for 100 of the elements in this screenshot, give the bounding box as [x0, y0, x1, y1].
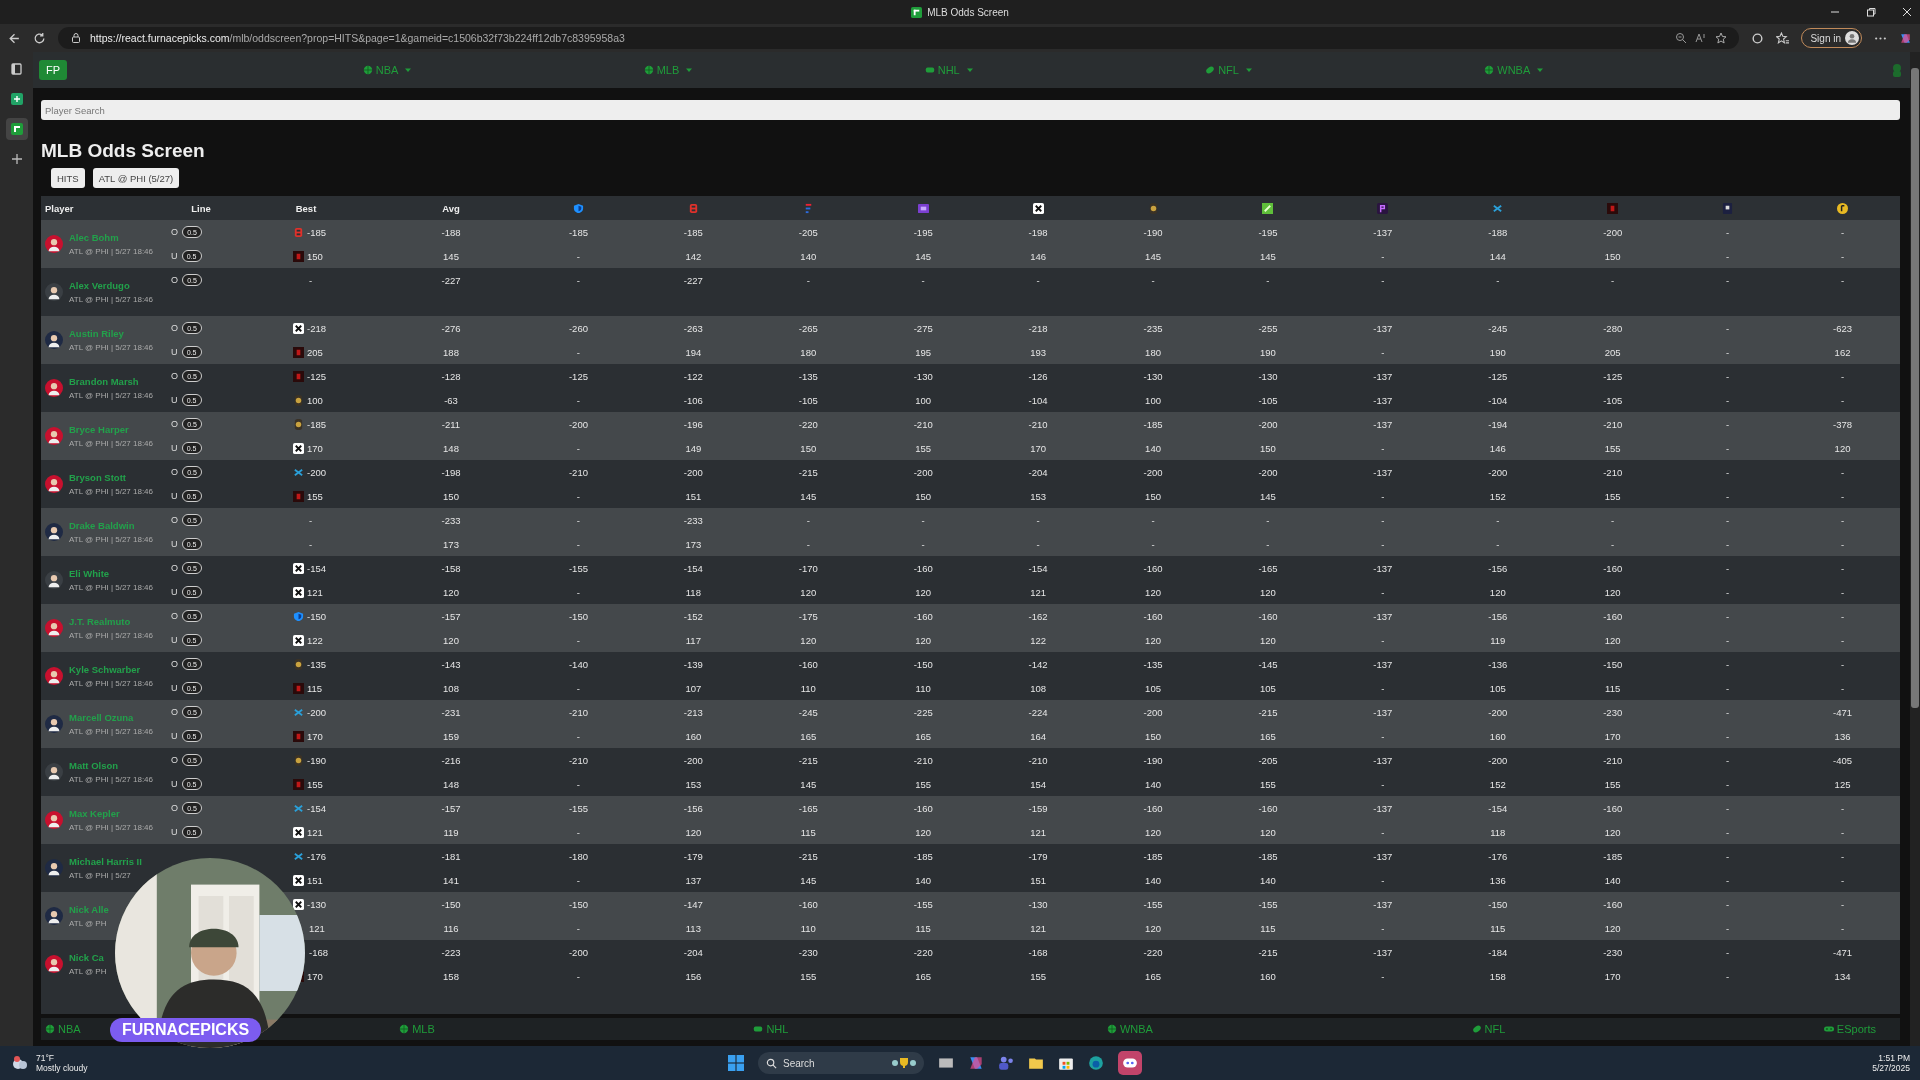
league-link[interactable]: MLB — [399, 1023, 435, 1035]
app-icon — [911, 6, 923, 18]
chat-app-icon[interactable] — [1118, 1051, 1142, 1075]
table-cell: 150 — [1604, 250, 1621, 262]
table-cell: -104 — [1028, 394, 1048, 406]
caret-icon — [685, 66, 694, 74]
league-link[interactable]: NFL — [1471, 1023, 1506, 1035]
favorites-icon[interactable] — [1776, 31, 1790, 45]
table-cell: 120 — [1834, 442, 1851, 454]
square-icon[interactable] — [917, 202, 929, 214]
table-cell: - — [1840, 274, 1845, 286]
player-name[interactable]: Alex Verdugo — [69, 280, 154, 291]
player-name[interactable]: Kyle Schwarber — [69, 664, 154, 675]
column-header[interactable]: Avg — [381, 202, 521, 214]
league-link[interactable]: WNBA — [1106, 1023, 1153, 1035]
box-icon — [293, 250, 304, 262]
table-cell: - — [1151, 514, 1155, 526]
close-icon[interactable] — [1902, 7, 1912, 17]
box-icon[interactable] — [1607, 202, 1619, 214]
emblem-icon[interactable] — [1147, 202, 1159, 214]
table-cell: - — [1151, 538, 1155, 550]
best-odds: -150 — [307, 610, 326, 622]
best-odds: 170 — [307, 730, 323, 742]
filter-button[interactable]: HITS — [51, 168, 85, 188]
refresh-icon[interactable] — [33, 31, 46, 45]
table-cell: -200 — [1488, 466, 1508, 478]
scrollbar[interactable] — [1910, 52, 1920, 1046]
start-icon[interactable] — [728, 1055, 744, 1071]
table-cell: -223 — [441, 946, 461, 958]
player-name[interactable]: Michael Harris II — [69, 856, 142, 867]
table-cell: 121 — [1030, 586, 1047, 598]
league-link[interactable]: NHL — [753, 1023, 789, 1035]
league-link[interactable]: ESports — [1823, 1023, 1876, 1035]
filter-button[interactable]: ATL @ PHI (5/27) — [92, 168, 180, 188]
player-name[interactable]: Matt Olson — [69, 760, 154, 771]
folder-icon[interactable] — [1028, 1055, 1044, 1071]
shield-icon[interactable] — [572, 202, 584, 214]
address-bar[interactable]: https://react.furnacepicks.com/mlb/oddscreen?prop=HITS&page=1&gameid=c1506b32f73b224ff12db7c8395958a3 — [58, 27, 1740, 49]
table-cell: - — [1840, 802, 1845, 814]
app-icon[interactable] — [5, 118, 28, 140]
coin-icon[interactable] — [1837, 202, 1849, 214]
player-name[interactable]: Nick Ca — [69, 952, 107, 963]
table-cell: -215 — [1258, 946, 1278, 958]
logo-button[interactable]: FP — [39, 60, 67, 80]
taskbar-search[interactable]: Search — [758, 1052, 924, 1074]
crossed-square-icon[interactable] — [1032, 202, 1044, 214]
store-icon[interactable] — [1058, 1055, 1074, 1071]
browser-icon[interactable] — [1088, 1055, 1104, 1071]
table-cell: -126 — [1028, 370, 1048, 382]
zoom-icon[interactable] — [1675, 32, 1688, 44]
restore-icon[interactable] — [1866, 7, 1876, 17]
table-cell: - — [1840, 634, 1845, 646]
player-name[interactable]: Bryson Stott — [69, 472, 154, 483]
league-menu[interactable]: MLB — [643, 64, 694, 76]
table-cell: -150 — [568, 610, 588, 622]
column-header[interactable]: Player — [41, 202, 171, 214]
table-cell: - — [1726, 610, 1730, 622]
table-cell: -158 — [441, 562, 461, 574]
player-name[interactable]: Brandon Marsh — [69, 376, 154, 387]
table-cell: 110 — [800, 922, 816, 934]
side-label: O — [171, 419, 178, 429]
player-name[interactable]: Eli White — [69, 568, 154, 579]
table-cell: -176 — [1488, 850, 1508, 862]
table-cell: 152 — [1489, 490, 1506, 502]
league-link[interactable]: NBA — [45, 1023, 81, 1035]
table-cell: 145 — [1260, 250, 1276, 262]
table-cell: -104 — [1488, 394, 1508, 406]
leaf-icon[interactable] — [1262, 202, 1274, 214]
table-cell: - — [1840, 226, 1845, 238]
table-cell: -185 — [1143, 850, 1163, 862]
table-cell: 118 — [1490, 826, 1506, 838]
extensions-icon[interactable] — [1751, 31, 1765, 45]
league-menu[interactable]: NBA — [362, 64, 413, 76]
tab-icon[interactable] — [1722, 202, 1734, 214]
table-cell: -623 — [1833, 322, 1853, 334]
column-header[interactable]: Best — [231, 202, 381, 214]
table-cell: - — [806, 514, 810, 526]
assistant-icon[interactable] — [968, 1055, 984, 1071]
best-odds: 121 — [307, 586, 323, 598]
league-menu[interactable]: NHL — [924, 64, 974, 76]
table-cell: - — [1611, 514, 1615, 526]
window-title: MLB Odds Screen — [927, 6, 1009, 18]
people-icon[interactable] — [998, 1055, 1014, 1071]
cloud-icon[interactable] — [10, 1055, 30, 1071]
league-menu[interactable]: NFL — [1205, 64, 1253, 76]
back-icon[interactable] — [8, 31, 21, 45]
star-icon[interactable] — [1715, 32, 1728, 44]
league-menu[interactable]: WNBA — [1484, 64, 1545, 76]
window-icon[interactable] — [938, 1055, 954, 1071]
assistant-icon[interactable] — [1899, 31, 1912, 45]
best-odds: 205 — [307, 346, 323, 358]
read-aloud-icon[interactable] — [1695, 32, 1708, 44]
tile-icon[interactable] — [1377, 202, 1389, 214]
column-header[interactable]: Line — [171, 202, 231, 214]
search-field[interactable]: Player Search — [41, 100, 1900, 120]
ball-icon — [1484, 65, 1495, 75]
cross-icon[interactable] — [1492, 202, 1504, 214]
table-cell: -137 — [1373, 370, 1393, 382]
table-cell: 120 — [1604, 586, 1621, 598]
block-icon[interactable] — [687, 202, 699, 214]
